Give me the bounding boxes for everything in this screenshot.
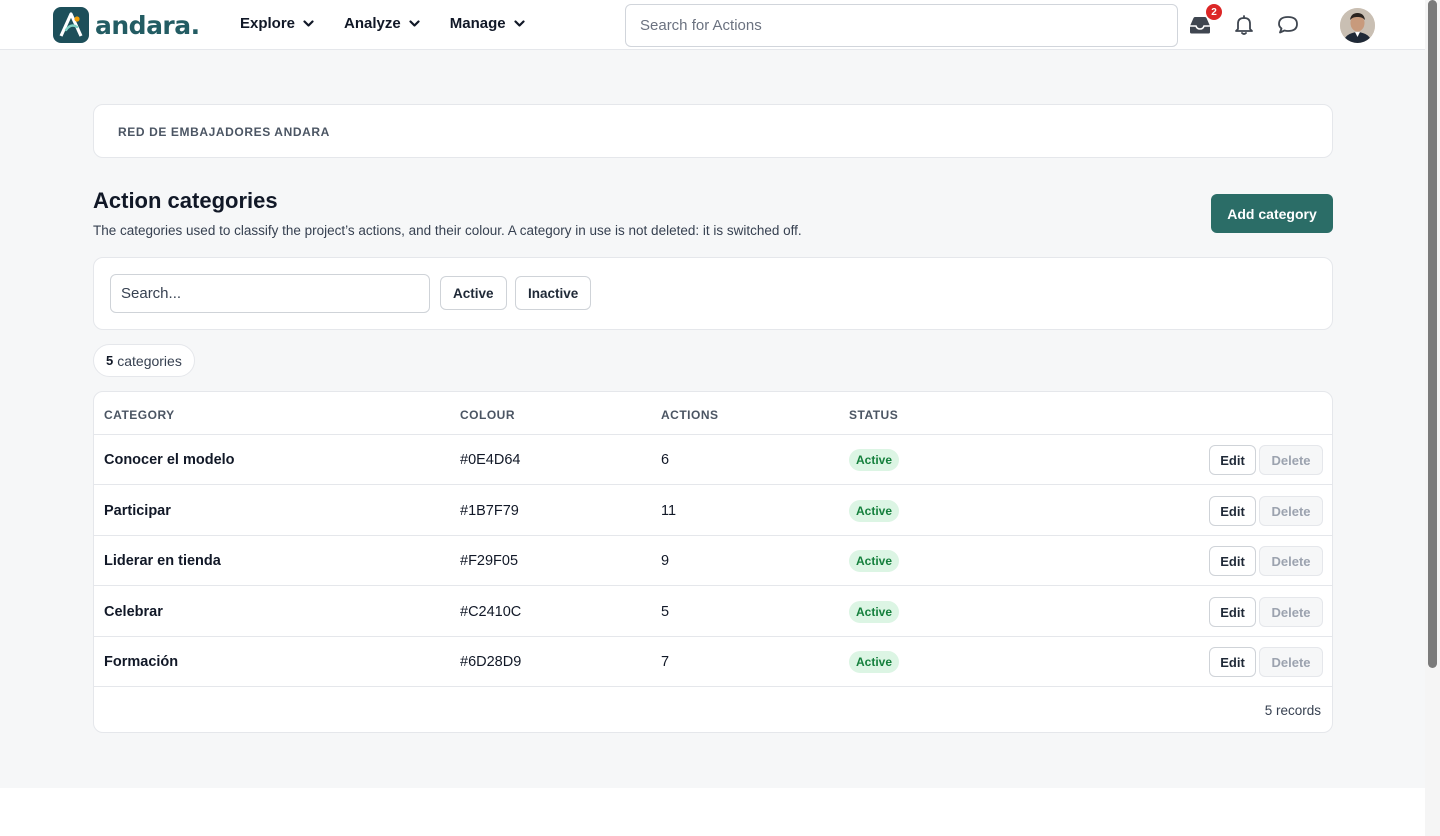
category-action-count: 11 [661,503,677,519]
breadcrumb[interactable]: RED DE EMBAJADORES ANDARA [118,125,330,139]
category-name: Conocer el modelo [104,452,235,468]
chevron-down-icon [513,19,525,27]
status-badge: Active [849,449,900,471]
status-badge: Active [849,651,900,673]
nav-manage-label: Manage [449,15,506,32]
edit-button[interactable]: Edit [1209,597,1256,627]
table-row: Formación #6D28D9 7 Active Edit Delete [94,637,1332,687]
edit-button[interactable]: Edit [1209,445,1256,475]
category-action-count: 6 [661,452,670,468]
delete-button: Delete [1259,445,1323,475]
table-row: Participar #1B7F79 11 Active Edit Delete [94,486,1332,536]
edit-button[interactable]: Edit [1209,546,1256,576]
logo[interactable]: andara. [53,7,200,43]
category-count-label: categories [117,352,182,369]
project-breadcrumb-card: RED DE EMBAJADORES ANDARA [93,104,1333,158]
nav-explore-label: Explore [240,15,296,32]
filter-active-chip[interactable]: Active [440,276,507,310]
header-status[interactable]: STATUS [849,408,898,422]
category-name: Formación [104,654,179,670]
category-name: Celebrar [104,604,163,620]
edit-button[interactable]: Edit [1209,647,1256,677]
records-count: 5 records [1264,703,1321,718]
logo-mark-icon [53,7,89,43]
user-avatar[interactable] [1340,8,1375,43]
messages-button[interactable] [1275,12,1301,38]
delete-button: Delete [1259,647,1323,677]
status-badge: Active [849,550,900,572]
page-scrollbar-thumb[interactable] [1428,0,1437,668]
edit-button[interactable]: Edit [1209,496,1256,526]
category-count: 5 categories [93,344,195,377]
category-name: Liderar en tienda [104,553,221,569]
table-row: Conocer el modelo #0E4D64 6 Active Edit … [94,435,1332,485]
header-category[interactable]: CATEGORY [104,408,175,422]
delete-button: Delete [1259,597,1323,627]
category-action-count: 9 [661,553,670,569]
category-count-value: 5 [106,353,114,368]
category-colour: #F29F05 [460,553,519,569]
category-colour: #0E4D64 [460,452,521,468]
chat-icon [1278,16,1298,34]
filter-inactive-chip[interactable]: Inactive [515,276,592,310]
category-action-count: 5 [661,604,670,620]
add-category-button[interactable]: Add category [1211,194,1333,233]
table-header: CATEGORY COLOUR ACTIONS STATUS [94,392,1332,435]
page-title: Action categories [93,188,278,213]
nav-explore[interactable]: Explore [240,15,314,32]
category-colour: #6D28D9 [460,654,522,670]
main-nav: Explore Analyze Manage [240,15,555,32]
category-search-input[interactable] [110,274,430,313]
inbox-badge: 2 [1206,4,1222,20]
delete-button: Delete [1259,546,1323,576]
table-row: Celebrar #C2410C 5 Active Edit Delete [94,587,1332,637]
category-colour: #C2410C [460,604,522,620]
logo-text: andara. [95,10,200,40]
status-badge: Active [849,500,900,522]
delete-button: Delete [1259,496,1323,526]
status-badge: Active [849,601,900,623]
nav-manage[interactable]: Manage [450,15,525,32]
filter-card: Active Inactive [93,257,1333,330]
categories-table: CATEGORY COLOUR ACTIONS STATUS Conocer e… [93,391,1333,733]
header-actions[interactable]: ACTIONS [661,408,719,422]
page-description: The categories used to classify the proj… [93,223,802,238]
chevron-down-icon [303,19,314,27]
top-bar: andara. Explore Analyze Manage 2 [0,0,1425,50]
category-name: Participar [104,503,171,519]
bell-icon [1235,15,1253,35]
nav-analyze-label: Analyze [344,15,401,32]
category-colour: #1B7F79 [460,503,519,519]
category-action-count: 7 [661,654,670,670]
nav-analyze[interactable]: Analyze [344,15,420,32]
chevron-down-icon [409,19,420,27]
table-row: Liderar en tienda #F29F05 9 Active Edit … [94,536,1332,586]
action-search-input[interactable] [625,4,1178,47]
header-colour[interactable]: COLOUR [460,408,515,422]
main-content: RED DE EMBAJADORES ANDARA Action categor… [0,50,1425,788]
notifications-button[interactable] [1231,12,1257,38]
